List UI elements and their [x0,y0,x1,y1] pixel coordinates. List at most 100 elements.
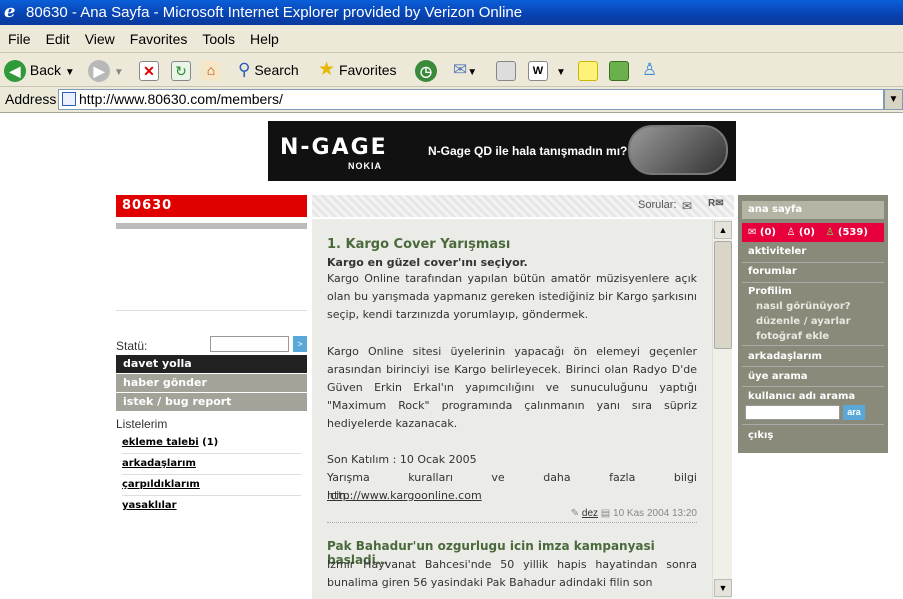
ngage-logo: N-GAGE [280,135,388,160]
mail-button[interactable]: ✉▼ [453,57,477,83]
history-button[interactable]: ◷ [415,57,437,83]
content-scrollbar[interactable]: ▲ ▼ [712,219,732,599]
profile-area [116,229,307,311]
left-column: 80630 Statü: > davet yolla haber gönder … [116,195,308,599]
search-button[interactable]: ⚲ Search [238,57,299,83]
site-logo[interactable]: 80630 [116,195,307,217]
article-divider [327,522,697,523]
article-meta: ✎ dez ▤ 10 Kas 2004 13:20 [542,508,697,519]
ngage-banner-ad[interactable]: N-GAGE NOKIA N-Gage QD ile hala tanışmad… [268,121,736,181]
pro-grid-icon [609,61,629,82]
nav-divider [742,262,884,263]
listelerim-heading: Listelerim [116,417,168,431]
notes-button[interactable] [578,57,598,83]
back-dropdown-icon[interactable]: ▼ [65,67,75,78]
user-search-button[interactable]: ara [843,405,865,420]
pro-button[interactable] [609,57,629,83]
menu-help[interactable]: Help [250,31,279,47]
nav-aktiviteler[interactable]: aktiviteler [748,246,806,257]
home-icon: ⌂ [201,61,221,82]
menu-tools[interactable]: Tools [202,31,235,47]
nav-uye-arama[interactable]: üye arama [748,371,808,382]
ie-logo-icon: e [4,1,16,22]
rss-icon[interactable]: R✉ [708,198,724,209]
list-ekleme-talebi[interactable]: ekleme talebi (1) [122,433,301,454]
menu-view[interactable]: View [85,31,115,47]
address-input[interactable]: http://www.80630.com/members/ [58,89,884,110]
messenger-button[interactable]: ♙ [642,57,657,83]
print-button[interactable] [496,57,516,83]
list-label[interactable]: yasaklılar [122,500,177,511]
nav-profilim[interactable]: Profilim [748,286,792,297]
sorular-label: Sorular: [638,199,677,211]
home-button[interactable]: ⌂ [201,57,221,83]
menu-bar: File Edit View Favorites Tools Help [0,25,903,53]
scroll-thumb[interactable] [714,241,732,349]
calendar-icon: ▤ [600,508,611,519]
scroll-up-arrow-icon[interactable]: ▲ [714,221,732,239]
address-dropdown-icon[interactable]: ▼ [884,89,903,110]
forward-button[interactable]: ▶ ▼ [88,57,124,83]
nav-nasil-gorunuyor[interactable]: nasıl görünüyor? [756,301,851,312]
search-icon: ⚲ [238,60,251,79]
forward-dropdown-icon[interactable]: ▼ [114,67,124,78]
nav-ana-sayfa[interactable]: ana sayfa [742,201,884,219]
list-label[interactable]: çarpıldıklarım [122,479,200,490]
nav-divider [742,345,884,346]
edit-dropdown-icon[interactable]: ▼ [556,67,566,78]
nav-davet-yolla[interactable]: davet yolla [116,355,307,373]
address-bar: Address http://www.80630.com/members/ ▼ [0,87,903,113]
article-paragraph: Son Katılım : 10 Ocak 2005 [327,453,477,466]
phone-image [628,125,728,175]
favorites-button[interactable]: ★ Favorites [318,57,397,83]
banner-text: N-Gage QD ile hala tanışmadın mı? [428,144,628,158]
article-title[interactable]: 1. Kargo Cover Yarışması [327,237,510,252]
list-label[interactable]: arkadaşlarım [122,458,196,469]
menu-edit[interactable]: Edit [46,31,70,47]
address-label: Address [5,91,57,107]
user-icon[interactable]: ♙ [786,227,795,238]
nav-fotograf-ekle[interactable]: fotoğraf ekle [756,331,829,342]
nav-haber-gonder[interactable]: haber gönder [116,374,307,392]
favorites-label: Favorites [338,62,397,78]
message-count[interactable]: (0) [760,227,776,238]
status-submit-button[interactable]: > [293,336,307,352]
online-icon[interactable]: ♙ [825,227,834,238]
stop-button[interactable]: ✕ [139,57,159,83]
news-content: 1. Kargo Cover Yarışması Kargo en güzel … [312,219,712,599]
user-count[interactable]: (0) [799,227,815,238]
list-arkadaslarim[interactable]: arkadaşlarım [122,454,301,475]
nav-duzenle-ayarlar[interactable]: düzenle / ayarlar [756,316,851,327]
nav-istek-bug-report[interactable]: istek / bug report [116,393,307,411]
menu-favorites[interactable]: Favorites [130,31,188,47]
article-author[interactable]: dez [582,508,598,519]
back-button[interactable]: ◀ Back ▼ [4,57,75,83]
edit-word-button[interactable]: W ▼ [528,57,566,83]
article-link[interactable]: http://www.kargoonline.com [327,487,482,505]
message-icon[interactable]: ✉ [748,227,756,238]
nav-divider [742,366,884,367]
mail-dropdown-icon[interactable]: ▼ [467,67,477,78]
stop-icon: ✕ [139,61,159,82]
search-label: Search [254,62,299,78]
article-paragraph: Kargo Online sitesi üyelerinin yapacağı … [327,345,697,430]
list-yasaklilar[interactable]: yasaklılar [122,496,301,517]
menu-file[interactable]: File [8,31,31,47]
address-url: http://www.80630.com/members/ [79,91,283,107]
user-search-input[interactable] [745,405,840,420]
list-label[interactable]: ekleme talebi [122,437,199,448]
list-carpildiklarim[interactable]: çarpıldıklarım [122,475,301,496]
refresh-button[interactable]: ↻ [171,57,191,83]
back-label: Back [29,62,62,78]
article-subtitle: Kargo en güzel cover'ını seçiyor. [327,256,528,269]
center-column: Sorular: ✉ R✉ 1. Kargo Cover Yarışması K… [312,195,734,599]
nav-arkadaslarim[interactable]: arkadaşlarım [748,351,822,362]
page-icon [62,92,76,106]
status-input[interactable] [210,336,289,352]
scroll-down-arrow-icon[interactable]: ▼ [714,579,732,597]
nav-cikis[interactable]: çıkış [748,430,773,441]
window-title-bar: e 80630 - Ana Sayfa - Microsoft Internet… [0,0,903,25]
online-count[interactable]: (539) [838,227,868,238]
nav-forumlar[interactable]: forumlar [748,266,797,277]
mail-icon[interactable]: ✉ [682,199,692,213]
